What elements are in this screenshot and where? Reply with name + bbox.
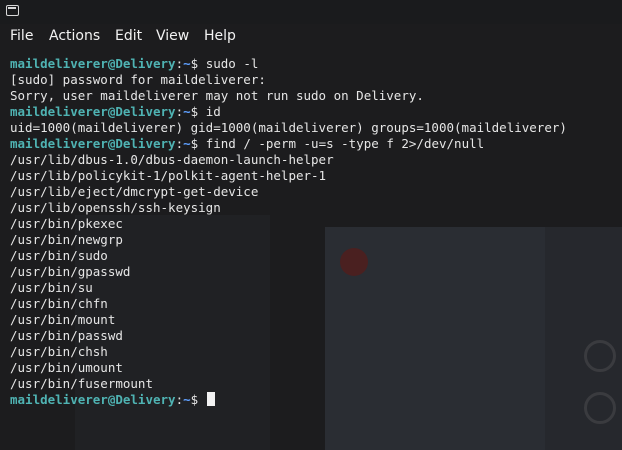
prompt-user-host: maildeliverer@Delivery [10,136,176,151]
text-cursor [206,392,215,406]
output-text: /usr/bin/gpasswd [10,264,131,279]
output-line: /usr/lib/dbus-1.0/dbus-daemon-launch-hel… [10,152,622,168]
output-line: /usr/lib/openssh/ssh-keysign [10,200,622,216]
output-line: /usr/bin/passwd [10,328,622,344]
terminal-icon[interactable] [6,5,19,16]
output-text: /usr/bin/umount [10,360,123,375]
output-text: /usr/bin/passwd [10,328,123,343]
output-text: [sudo] password for maildeliverer: [10,72,266,87]
output-line: /usr/bin/fusermount [10,376,622,392]
prompt-separator: : [175,56,184,71]
output-line: /usr/bin/chfn [10,296,622,312]
output-line: /usr/bin/umount [10,360,622,376]
prompt-path: ~ [183,392,191,407]
output-text: /usr/lib/policykit-1/polkit-agent-helper… [10,168,327,183]
output-line: /usr/lib/policykit-1/polkit-agent-helper… [10,168,622,184]
menu-actions[interactable]: Actions [49,28,100,44]
prompt-user-host: maildeliverer@Delivery [10,56,176,71]
prompt-user-host: maildeliverer@Delivery [10,392,176,407]
output-line: uid=1000(maildeliverer) gid=1000(maildel… [10,120,622,136]
output-line: /usr/lib/eject/dmcrypt-get-device [10,184,622,200]
prompt-line: maildeliverer@Delivery:~$ find / -perm -… [10,136,622,152]
output-text: /usr/lib/openssh/ssh-keysign [10,200,221,215]
output-text: Sorry, user maildeliverer may not run su… [10,88,424,103]
output-line: /usr/bin/su [10,280,622,296]
output-line: /usr/bin/newgrp [10,232,622,248]
output-line: /usr/bin/chsh [10,344,622,360]
output-text: /usr/bin/sudo [10,248,108,263]
command-text [198,392,206,407]
menu-help[interactable]: Help [204,28,236,44]
output-text: /usr/bin/mount [10,312,116,327]
menu-view[interactable]: View [156,28,189,44]
output-line: /usr/bin/sudo [10,248,622,264]
output-line: /usr/bin/gpasswd [10,264,622,280]
command-text: sudo -l [198,56,259,71]
prompt-separator: : [175,104,184,119]
menu-bar: File Actions Edit View Help [0,24,622,50]
output-line: /usr/bin/mount [10,312,622,328]
command-text: find / -perm -u=s -type f 2>/dev/null [198,136,485,151]
output-text: /usr/bin/su [10,280,93,295]
prompt-path: ~ [183,104,191,119]
output-line: /usr/bin/pkexec [10,216,622,232]
prompt-line: maildeliverer@Delivery:~$ [10,392,622,408]
prompt-line: maildeliverer@Delivery:~$ sudo -l [10,56,622,72]
output-text: /usr/bin/chfn [10,296,108,311]
prompt-line: maildeliverer@Delivery:~$ id [10,104,622,120]
output-text: /usr/lib/eject/dmcrypt-get-device [10,184,259,199]
output-text: /usr/bin/chsh [10,344,108,359]
prompt-separator: : [175,136,184,151]
output-text: /usr/bin/pkexec [10,216,123,231]
prompt-path: ~ [183,56,191,71]
output-text: /usr/bin/fusermount [10,376,153,391]
output-line: Sorry, user maildeliverer may not run su… [10,88,622,104]
window-titlebar [0,0,622,24]
menu-file[interactable]: File [10,28,33,44]
menu-edit[interactable]: Edit [115,28,142,44]
output-text: uid=1000(maildeliverer) gid=1000(maildel… [10,120,567,135]
output-text: /usr/lib/dbus-1.0/dbus-daemon-launch-hel… [10,152,334,167]
output-line: [sudo] password for maildeliverer: [10,72,622,88]
terminal-output[interactable]: maildeliverer@Delivery:~$ sudo -l [sudo] … [10,56,622,408]
command-text: id [198,104,221,119]
prompt-user-host: maildeliverer@Delivery [10,104,176,119]
prompt-path: ~ [183,136,191,151]
prompt-separator: : [175,392,184,407]
output-text: /usr/bin/newgrp [10,232,123,247]
